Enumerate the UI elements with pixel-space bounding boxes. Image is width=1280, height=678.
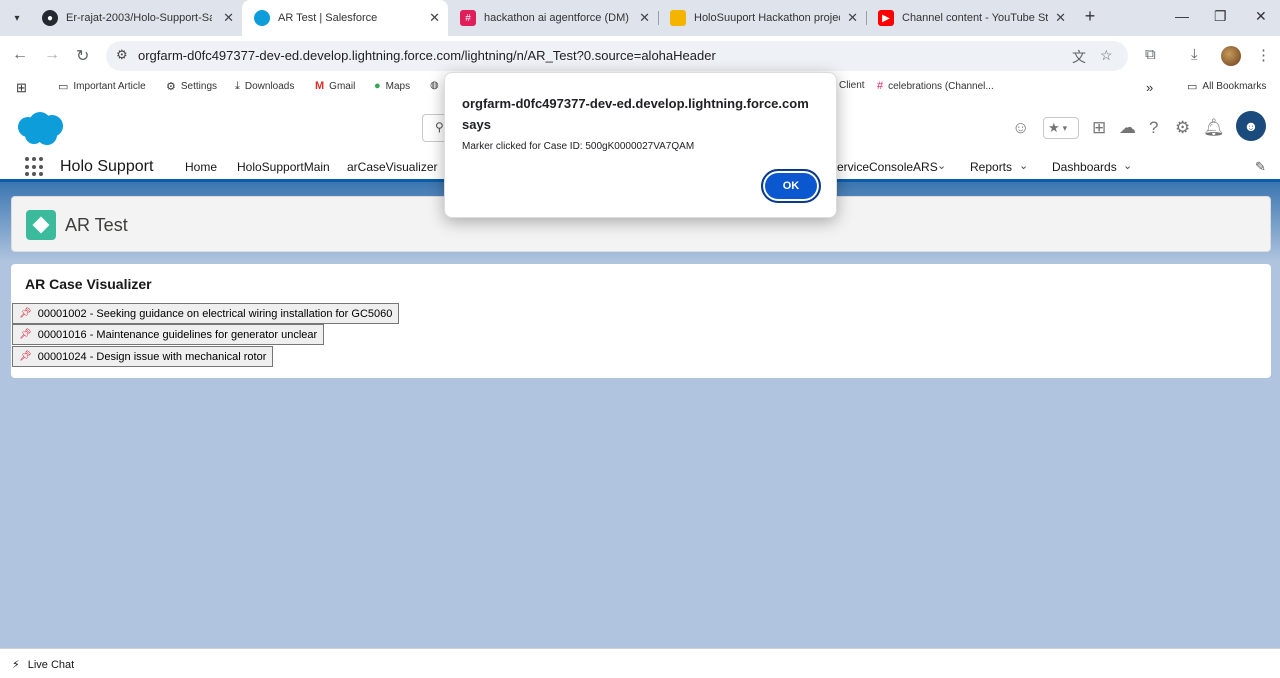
- alert-message: Marker clicked for Case ID: 500gK0000027…: [462, 141, 695, 152]
- edit-nav-icon[interactable]: ✎: [1255, 159, 1266, 175]
- chevron-down-icon: ▾: [1062, 122, 1068, 133]
- pushpin-icon: 📌︎: [19, 351, 32, 362]
- nav-arcasevisualizer[interactable]: arCaseVisualizer: [347, 160, 438, 174]
- close-icon[interactable]: ✕: [1055, 10, 1066, 26]
- browser-toolbar: ← → ↻ ⚙ orgfarm-d0fc497377-dev-ed.develo…: [0, 36, 1280, 76]
- nav-home[interactable]: Home: [185, 160, 217, 174]
- bookmark-gmail[interactable]: M Gmail: [315, 80, 355, 92]
- pushpin-icon: 📌︎: [19, 329, 32, 340]
- extensions-icon[interactable]: ⧉: [1145, 46, 1156, 63]
- back-icon[interactable]: ←: [12, 46, 28, 64]
- profile-avatar[interactable]: [1221, 46, 1241, 66]
- github-icon: ●: [42, 10, 58, 26]
- slack-icon: #: [877, 80, 884, 92]
- setup-gear-icon[interactable]: ⚙: [1175, 118, 1190, 138]
- card-title: AR Case Visualizer: [25, 276, 152, 292]
- forward-icon[interactable]: →: [44, 46, 60, 64]
- more-bookmarks-icon[interactable]: »: [1146, 80, 1153, 95]
- globe-icon[interactable]: ◍: [430, 80, 439, 91]
- salesforce-icon: [254, 10, 270, 26]
- bolt-icon: ⚡︎: [12, 659, 20, 671]
- trailhead-icon[interactable]: ☁: [1119, 118, 1136, 138]
- pushpin-icon: 📌︎: [19, 308, 32, 319]
- download-icon: ⤓: [235, 80, 240, 92]
- star-icon: ★: [1048, 120, 1060, 135]
- salesforce-logo[interactable]: [14, 111, 66, 150]
- all-bookmarks[interactable]: ▭ All Bookmarks: [1187, 80, 1266, 93]
- notifications-bell-icon[interactable]: 🔔︎: [1203, 118, 1225, 138]
- ar-case-visualizer-card: AR Case Visualizer 📌︎ 00001002 - Seeking …: [11, 264, 1271, 378]
- ok-button[interactable]: OK: [761, 169, 821, 203]
- add-icon[interactable]: ⊞: [1092, 118, 1106, 138]
- nav-dashboards[interactable]: Dashboards: [1052, 160, 1117, 174]
- search-icon: ⚲: [435, 120, 444, 134]
- bookmark-maps[interactable]: ● Maps: [374, 80, 410, 92]
- bookmark-settings[interactable]: ⚙ Settings: [166, 80, 217, 93]
- app-name: Holo Support: [60, 158, 154, 175]
- close-icon[interactable]: ✕: [223, 10, 234, 26]
- live-chat-button[interactable]: ⚡︎ Live Chat: [12, 658, 74, 672]
- bookmark-client[interactable]: Client: [839, 80, 865, 91]
- favorites-button[interactable]: ★ ▾: [1043, 117, 1079, 139]
- utility-bar: ⚡︎ Live Chat: [0, 648, 1280, 678]
- close-icon[interactable]: ✕: [639, 10, 650, 26]
- custom-tab-icon: [26, 210, 56, 240]
- bookmark-celebrations[interactable]: # celebrations (Channel...: [877, 80, 994, 92]
- page-content: AR Test AR Case Visualizer 📌︎ 00001002 - …: [0, 182, 1280, 648]
- translate-icon[interactable]: 文: [1072, 47, 1086, 67]
- chevron-down-icon[interactable]: ⌄: [1019, 159, 1028, 172]
- close-icon[interactable]: ✕: [429, 10, 440, 26]
- alert-dialog: orgfarm-d0fc497377-dev-ed.develop.lightn…: [444, 72, 837, 218]
- bookmark-important-article[interactable]: ▭ Important Article: [58, 80, 146, 93]
- page-title: AR Test: [65, 215, 128, 235]
- address-bar[interactable]: ⚙ orgfarm-d0fc497377-dev-ed.develop.ligh…: [106, 41, 1128, 71]
- app-launcher-icon[interactable]: [25, 157, 45, 177]
- star-icon[interactable]: ☆: [1100, 47, 1113, 64]
- minimize-button[interactable]: —: [1175, 8, 1189, 24]
- chevron-down-icon[interactable]: ⌄: [1123, 159, 1132, 172]
- nav-reports[interactable]: Reports: [970, 160, 1012, 174]
- browser-tab-github[interactable]: ● Er-rajat-2003/Holo-Support-Salesf ✕: [30, 0, 242, 36]
- gear-icon: ⚙: [166, 81, 176, 93]
- site-info-icon[interactable]: ⚙: [116, 47, 128, 63]
- bookmark-downloads[interactable]: ⤓ Downloads: [235, 80, 294, 93]
- new-tab-button[interactable]: +: [1080, 6, 1100, 27]
- nav-serviceconsolears[interactable]: erviceConsoleARS: [837, 160, 938, 174]
- close-icon[interactable]: ✕: [847, 10, 858, 26]
- browser-tab-salesforce[interactable]: AR Test | Salesforce ✕: [242, 0, 448, 36]
- user-avatar[interactable]: ☻: [1236, 111, 1266, 141]
- reload-icon[interactable]: ↻: [76, 46, 89, 66]
- browser-tab-strip: ▾ ● Er-rajat-2003/Holo-Support-Salesf ✕ …: [0, 0, 1280, 36]
- more-menu-icon[interactable]: ⋮: [1256, 46, 1271, 64]
- tab-search-icon[interactable]: ▾: [6, 7, 28, 29]
- browser-tab-youtube[interactable]: ▶ Channel content - YouTube Studio ✕: [866, 0, 1074, 36]
- folder-icon: ▭: [1187, 81, 1198, 93]
- case-marker-button[interactable]: 📌︎ 00001024 - Design issue with mechanica…: [12, 346, 274, 367]
- alert-title: orgfarm-d0fc497377-dev-ed.develop.lightn…: [462, 96, 809, 132]
- youtube-icon: ▶: [878, 10, 894, 26]
- apps-grid-icon[interactable]: ⊞: [16, 80, 27, 96]
- browser-tab-slides[interactable]: HoloSuuport Hackathon project - ✕: [658, 0, 866, 36]
- download-icon[interactable]: ⤓: [1191, 46, 1198, 63]
- maps-icon: ●: [374, 80, 381, 92]
- browser-tab-slack[interactable]: # hackathon ai agentforce (DM) - Ne ✕: [448, 0, 658, 36]
- window-close-button[interactable]: ✕: [1255, 8, 1267, 25]
- gmail-icon: M: [315, 80, 325, 92]
- help-icon[interactable]: ?: [1149, 118, 1158, 138]
- nav-holosupportmain[interactable]: HoloSupportMain: [237, 160, 330, 174]
- chevron-down-icon[interactable]: ⌄: [937, 159, 946, 172]
- slides-icon: [670, 10, 686, 26]
- case-marker-button[interactable]: 📌︎ 00001016 - Maintenance guidelines for …: [12, 324, 325, 345]
- agent-icon[interactable]: ☺: [1012, 118, 1029, 138]
- case-marker-button[interactable]: 📌︎ 00001002 - Seeking guidance on electri…: [12, 303, 400, 324]
- slack-icon: #: [460, 10, 476, 26]
- restore-button[interactable]: ❐: [1214, 8, 1227, 25]
- folder-icon: ▭: [58, 81, 69, 93]
